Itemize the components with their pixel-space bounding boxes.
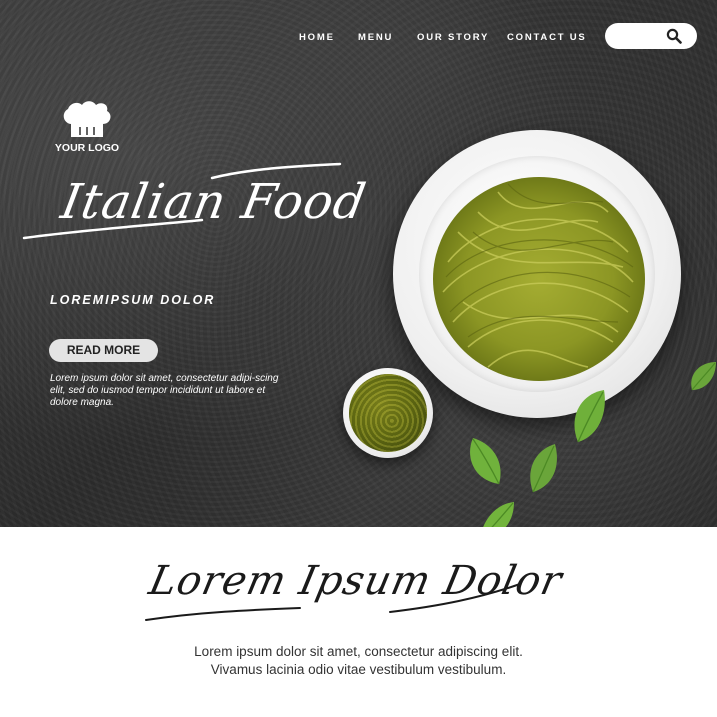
search-input[interactable] bbox=[615, 27, 669, 47]
basil-leaf-icon bbox=[483, 502, 514, 527]
nav-our-story-link[interactable]: OUR STORY bbox=[417, 31, 489, 45]
section-script-title: Lorem Ipsum Dolor bbox=[140, 540, 566, 630]
basil-leaf-icon bbox=[574, 390, 605, 443]
section-description-line: Vivamus lacinia odio vitae vestibulum ve… bbox=[210, 662, 507, 677]
hero-script-title: Italian Food bbox=[22, 160, 370, 245]
read-more-button[interactable]: READ MORE bbox=[49, 339, 158, 362]
section-description-line: Lorem ipsum dolor sit amet, consectetur … bbox=[194, 644, 523, 659]
nav-home-link[interactable]: HOME bbox=[299, 31, 335, 45]
nav-menu-link[interactable]: MENU bbox=[358, 31, 393, 45]
search-box[interactable] bbox=[605, 23, 697, 49]
basil-leaf-icon bbox=[691, 362, 716, 391]
pesto-sauce bbox=[349, 374, 427, 452]
section-script-text: Lorem Ipsum Dolor bbox=[145, 558, 567, 604]
basil-leaf-icon bbox=[530, 444, 557, 493]
chef-hat-icon bbox=[63, 101, 111, 137]
spaghetti-image bbox=[433, 177, 645, 381]
hero-script-text: Italian Food bbox=[57, 174, 371, 230]
hero-subtitle: LOREMIPSUM DOLOR bbox=[50, 293, 216, 307]
basil-leaf-icon bbox=[470, 438, 501, 485]
search-icon[interactable] bbox=[666, 28, 682, 44]
nav-contact-us-link[interactable]: CONTACT US bbox=[507, 31, 587, 45]
logo-text: YOUR LOGO bbox=[54, 142, 120, 154]
brand-logo[interactable]: YOUR LOGO bbox=[50, 100, 124, 156]
section-description: Lorem ipsum dolor sit amet, consectetur … bbox=[0, 643, 717, 679]
hero-description: Lorem ipsum dolor sit amet, consectetur … bbox=[50, 373, 279, 408]
hero-section: HOME MENU OUR STORY CONTACT US YOUR LOGO… bbox=[0, 0, 717, 527]
